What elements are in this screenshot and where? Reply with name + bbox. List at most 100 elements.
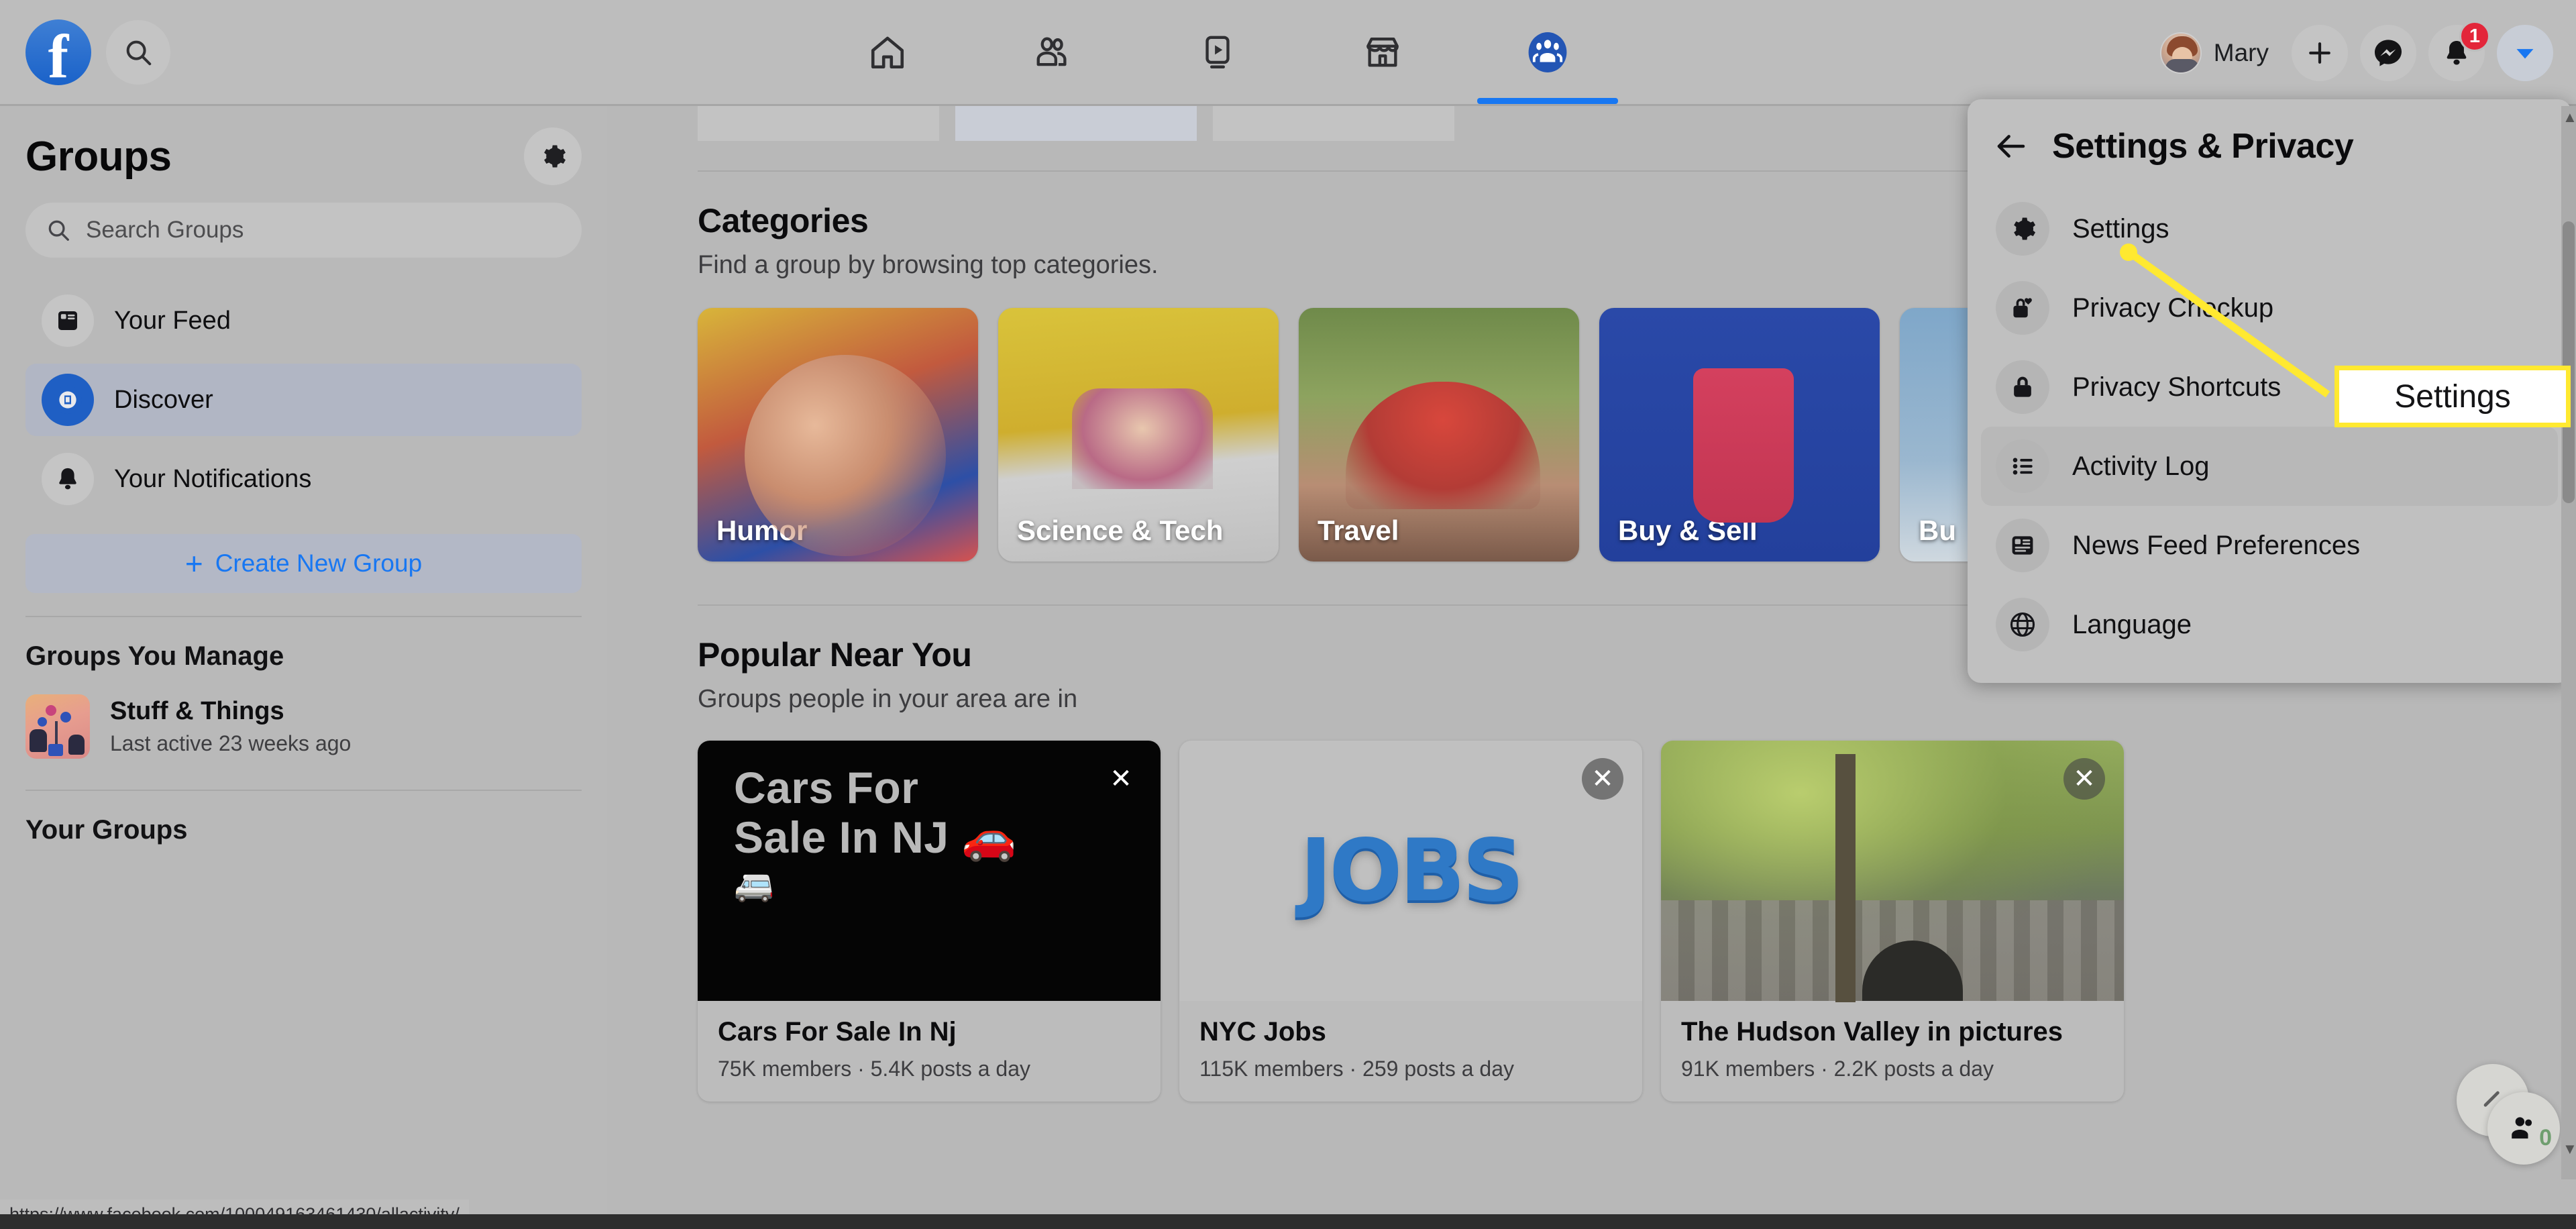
page-title: Groups bbox=[25, 133, 172, 180]
close-icon[interactable]: ✕ bbox=[1582, 758, 1623, 800]
sidebar-item-label: Your Notifications bbox=[114, 464, 312, 493]
lock-heart-icon bbox=[1996, 281, 2049, 335]
category-card[interactable]: Buy & Sell bbox=[1599, 308, 1880, 562]
sidebar-item-your-feed[interactable]: Your Feed bbox=[25, 284, 582, 357]
tab-marketplace[interactable] bbox=[1300, 0, 1465, 104]
van-emoji: 🚐 bbox=[734, 867, 774, 903]
menu-item-activity-log[interactable]: Activity Log bbox=[1981, 427, 2558, 506]
tab-watch[interactable] bbox=[1135, 0, 1300, 104]
bell-icon[interactable]: 1 bbox=[2428, 21, 2490, 81]
os-taskbar bbox=[0, 1214, 2576, 1229]
user-profile-chip[interactable]: Mary bbox=[2149, 32, 2279, 74]
group-card[interactable]: ✕ The Hudson Valley in pictures 91K memb… bbox=[1661, 741, 2124, 1102]
user-name: Mary bbox=[2213, 39, 2269, 66]
search-icon[interactable] bbox=[106, 19, 170, 85]
car-emoji: 🚗 bbox=[961, 812, 1017, 862]
plus-icon[interactable] bbox=[2292, 25, 2348, 81]
jobs-logo: JOBS bbox=[1299, 820, 1524, 921]
group-stats: 75K members · 5.4K posts a day bbox=[718, 1057, 1030, 1081]
group-stats: 91K members · 2.2K posts a day bbox=[1681, 1057, 1994, 1081]
newsfeed-icon bbox=[1996, 519, 2049, 572]
menu-item-settings[interactable]: Settings bbox=[1981, 189, 2558, 268]
sidebar-item-label: Discover bbox=[114, 385, 213, 414]
group-name: The Hudson Valley in pictures bbox=[1681, 1017, 2063, 1047]
group-name: NYC Jobs bbox=[1199, 1017, 1326, 1047]
nav-left-cluster: f bbox=[0, 19, 170, 87]
avatar bbox=[2159, 32, 2202, 74]
sidebar-item-label: Your Feed bbox=[114, 306, 231, 335]
callout-label: Settings bbox=[2394, 378, 2511, 415]
sidebar-item-your-notifications[interactable]: Your Notifications bbox=[25, 443, 582, 515]
category-label: Bu bbox=[1919, 515, 1956, 546]
tabstrip-pill[interactable] bbox=[955, 106, 1197, 141]
chevron-down-icon[interactable] bbox=[2497, 25, 2553, 81]
category-label: Travel bbox=[1318, 515, 1399, 546]
group-card-meta: NYC Jobs 115K members · 259 posts a day bbox=[1179, 1001, 1642, 1102]
lock-icon bbox=[1996, 360, 2049, 414]
gear-icon[interactable] bbox=[524, 127, 582, 185]
menu-item-label: Language bbox=[2072, 609, 2192, 639]
popular-groups-row: ✕ Cars For Sale In NJ 🚗 🚐 Cars For Sale … bbox=[607, 741, 2576, 1102]
managed-group-text: Stuff & Things Last active 23 weeks ago bbox=[110, 697, 351, 756]
list-icon bbox=[1996, 439, 2049, 493]
tabstrip-pill[interactable] bbox=[698, 106, 939, 141]
group-card-meta: The Hudson Valley in pictures 91K member… bbox=[1661, 1001, 2124, 1102]
group-thumbnail bbox=[25, 694, 90, 759]
cover-title-line-1: Cars For bbox=[734, 763, 919, 812]
tab-groups[interactable] bbox=[1465, 0, 1630, 104]
messenger-icon[interactable] bbox=[2360, 25, 2416, 81]
popular-subtitle: Groups people in your area are in bbox=[698, 685, 1078, 713]
group-cover: ✕ JOBS bbox=[1179, 741, 1642, 1001]
discover-icon bbox=[42, 374, 94, 426]
facebook-logo[interactable]: f bbox=[25, 19, 91, 87]
arrow-left-icon[interactable] bbox=[1993, 128, 2029, 164]
tab-home[interactable] bbox=[805, 0, 970, 104]
notification-badge: 1 bbox=[2459, 21, 2490, 52]
plus-icon: + bbox=[184, 546, 203, 581]
menu-item-label: News Feed Preferences bbox=[2072, 530, 2361, 560]
nav-right-cluster: Mary 1 bbox=[2149, 0, 2553, 106]
scroll-down-arrow[interactable]: ▼ bbox=[2563, 1140, 2576, 1158]
menu-item-label: Activity Log bbox=[2072, 451, 2210, 481]
top-navigation-bar: f Mary 1 bbox=[0, 0, 2576, 106]
globe-icon bbox=[1996, 598, 2049, 651]
sidebar-divider bbox=[25, 616, 582, 617]
menu-item-label: Privacy Checkup bbox=[2072, 292, 2274, 323]
group-cover: ✕ Cars For Sale In NJ 🚗 🚐 bbox=[698, 741, 1161, 1001]
search-groups-input[interactable]: Search Groups bbox=[25, 203, 582, 258]
menu-item-privacy-checkup[interactable]: Privacy Checkup bbox=[1981, 268, 2558, 348]
tab-friends[interactable] bbox=[970, 0, 1135, 104]
group-card[interactable]: ✕ JOBS NYC Jobs 115K members · 259 posts… bbox=[1179, 741, 1642, 1102]
settings-menu-title: Settings & Privacy bbox=[2052, 127, 2354, 166]
close-icon[interactable]: ✕ bbox=[1100, 758, 1142, 800]
menu-item-label: Settings bbox=[2072, 213, 2169, 244]
contacts-count: 0 bbox=[2539, 1125, 2552, 1151]
tabstrip-pill[interactable] bbox=[1213, 106, 1454, 141]
create-new-group-button[interactable]: + Create New Group bbox=[25, 534, 582, 593]
search-icon bbox=[48, 220, 69, 241]
group-cover: ✕ bbox=[1661, 741, 2124, 1002]
group-card[interactable]: ✕ Cars For Sale In NJ 🚗 🚐 Cars For Sale … bbox=[698, 741, 1161, 1102]
category-card[interactable]: Science & Tech bbox=[998, 308, 1279, 562]
menu-item-language[interactable]: Language bbox=[1981, 585, 2558, 664]
sidebar-item-discover[interactable]: Discover bbox=[25, 364, 582, 436]
close-icon[interactable]: ✕ bbox=[2063, 758, 2105, 800]
create-new-group-label: Create New Group bbox=[215, 549, 423, 577]
category-label: Humor bbox=[716, 515, 808, 546]
group-last-active: Last active 23 weeks ago bbox=[110, 731, 352, 755]
category-card[interactable]: Humor bbox=[698, 308, 978, 562]
managed-group-row[interactable]: Stuff & Things Last active 23 weeks ago bbox=[25, 694, 582, 759]
your-groups-title: Your Groups bbox=[25, 815, 188, 845]
scrollbar-thumb[interactable] bbox=[2563, 221, 2575, 503]
callout-anchor-dot bbox=[2120, 244, 2137, 261]
category-card[interactable]: Travel bbox=[1299, 308, 1579, 562]
nav-center-tabs bbox=[805, 0, 1851, 106]
cover-title-line-2: Sale In NJ bbox=[734, 812, 949, 862]
scroll-up-arrow[interactable]: ▲ bbox=[2563, 109, 2576, 126]
group-stats: 115K members · 259 posts a day bbox=[1199, 1057, 1514, 1081]
settings-menu-header: Settings & Privacy bbox=[1981, 117, 2558, 189]
search-placeholder: Search Groups bbox=[86, 217, 244, 243]
gear-icon bbox=[1996, 202, 2049, 256]
menu-item-news-feed-preferences[interactable]: News Feed Preferences bbox=[1981, 506, 2558, 585]
contacts-icon[interactable]: 0 bbox=[2487, 1092, 2560, 1165]
